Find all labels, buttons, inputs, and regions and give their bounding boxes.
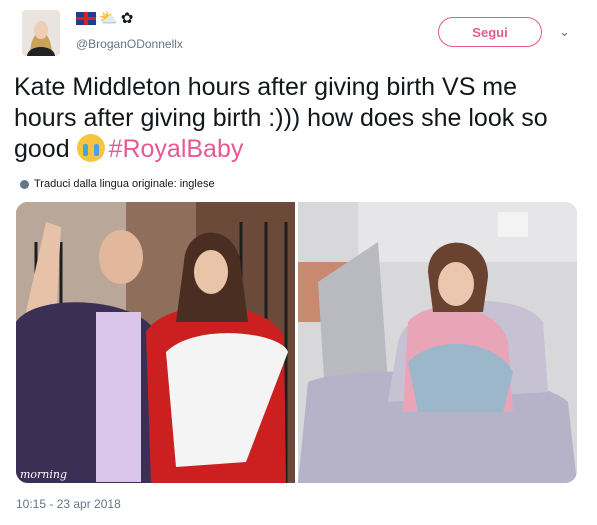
media-photo-2[interactable] — [298, 202, 577, 483]
media-photo-1[interactable]: morning — [16, 202, 295, 483]
bee-icon: ✿ — [120, 9, 134, 27]
chevron-down-icon[interactable]: ⌄ — [559, 24, 570, 40]
display-name-emojis: ⛅ ✿ — [76, 11, 133, 26]
watermark-text: morning — [20, 468, 67, 481]
translate-label: Traduci dalla lingua originale: inglese — [34, 178, 215, 190]
sun-behind-cloud-icon: ⛅ — [99, 9, 118, 27]
loudly-crying-face-icon — [76, 134, 105, 162]
uk-flag-icon — [76, 12, 96, 25]
tweet-text: Kate Middleton hours after giving birth … — [14, 72, 584, 165]
tweet-timestamp[interactable]: 10:15 - 23 apr 2018 — [16, 497, 121, 511]
author-handle[interactable]: @BroganODonnellx — [76, 37, 183, 51]
hashtag-link[interactable]: #RoyalBaby — [109, 135, 244, 163]
follow-button[interactable]: Segui — [438, 17, 542, 47]
globe-icon — [20, 179, 29, 189]
author-avatar[interactable] — [22, 10, 60, 56]
translate-link[interactable]: Traduci dalla lingua originale: inglese — [20, 178, 215, 190]
